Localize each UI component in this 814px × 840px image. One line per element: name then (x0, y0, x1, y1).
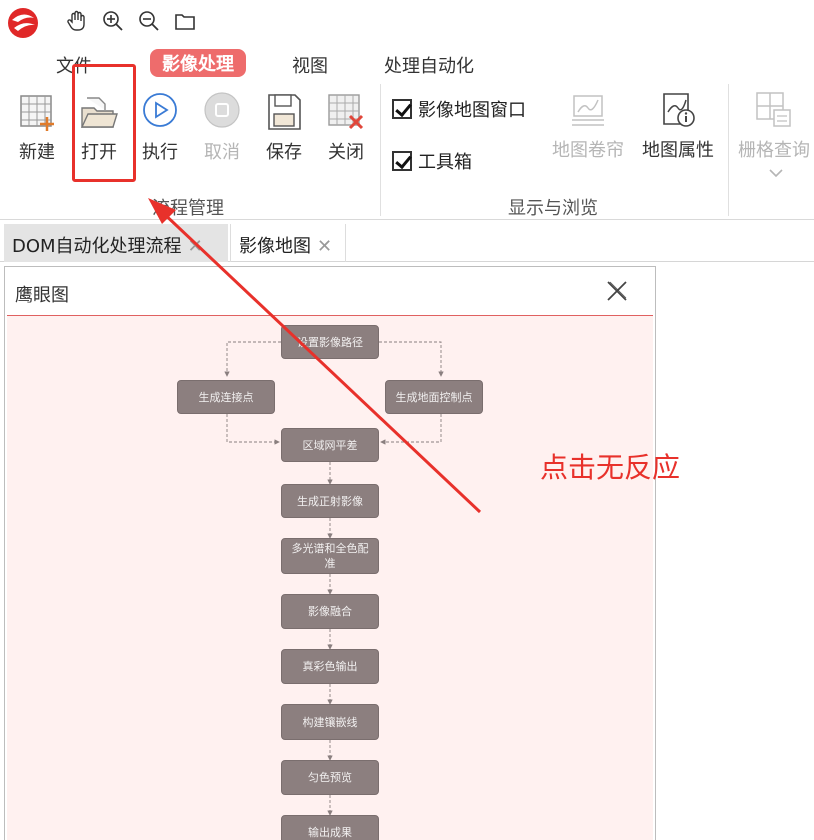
map-properties-label: 地图属性 (642, 140, 714, 161)
flow-node[interactable]: 生成地面控制点 (385, 380, 483, 414)
flow-node[interactable]: 设置影像路径 (281, 325, 379, 359)
flow-node[interactable]: 生成连接点 (177, 380, 275, 414)
document-tabs: DOM自动化处理流程 ✕ 影像地图 ✕ (0, 222, 814, 262)
toolbox-checkbox[interactable]: 工具箱 (392, 148, 472, 174)
flow-node[interactable]: 生成正射影像 (281, 484, 379, 518)
checkbox-checked-icon (392, 151, 412, 171)
ribbon-separator (728, 84, 729, 216)
chevron-down-icon (769, 169, 783, 178)
save-button-label: 保存 (266, 142, 302, 163)
flow-node[interactable]: 真彩色输出 (281, 649, 379, 684)
ribbon-separator (380, 84, 381, 216)
save-icon (268, 94, 301, 130)
run-button[interactable]: 执行 (138, 92, 182, 164)
tab-image-map-label: 影像地图 (239, 236, 311, 257)
map-properties-icon (663, 93, 695, 127)
cancel-button-label: 取消 (204, 142, 240, 163)
new-button-label: 新建 (19, 142, 55, 163)
zoom-out-icon[interactable] (138, 10, 160, 32)
close-table-icon (328, 94, 364, 130)
map-swipe-label: 地图卷帘 (552, 140, 624, 161)
close-button[interactable]: 关闭 (324, 92, 368, 164)
menu-automation[interactable]: 处理自动化 (384, 52, 474, 78)
flow-diagram-canvas: 设置影像路径 生成连接点 生成地面控制点 区域网平差 生成正射影像 多光谱和全色… (7, 315, 653, 840)
panel-title: 鹰眼图 (15, 285, 69, 306)
image-map-window-checkbox[interactable]: 影像地图窗口 (392, 96, 526, 122)
flow-node[interactable]: 匀色预览 (281, 760, 379, 795)
new-button[interactable]: 新建 (14, 92, 60, 164)
map-swipe-icon (572, 95, 604, 126)
tab-dom-workflow-label: DOM自动化处理流程 (12, 236, 182, 257)
tab-dom-workflow[interactable]: DOM自动化处理流程 ✕ (4, 224, 228, 262)
raster-query-icon (756, 92, 791, 127)
raster-query-button[interactable]: 栅格查询 (738, 90, 814, 178)
stop-icon (204, 92, 240, 128)
raster-query-label: 栅格查询 (738, 140, 810, 161)
close-tab-icon[interactable]: ✕ (188, 236, 203, 257)
highlight-box (72, 64, 136, 182)
flow-node[interactable]: 区域网平差 (281, 428, 379, 462)
run-button-label: 执行 (142, 142, 178, 163)
checkbox-checked-icon (392, 99, 412, 119)
annotation-text: 点击无反应 (540, 451, 681, 484)
app-window: 文件 影像处理 视图 处理自动化 新建 打开 执行 取消 保存 关闭 流程管理 … (0, 0, 814, 840)
menu-image-processing[interactable]: 影像处理 (150, 49, 246, 77)
workflow-group-label: 流程管理 (152, 198, 224, 219)
flow-node[interactable]: 影像融合 (281, 594, 379, 629)
app-logo-icon (8, 8, 38, 38)
tab-image-map[interactable]: 影像地图 ✕ (230, 224, 346, 262)
close-tab-icon[interactable]: ✕ (317, 236, 332, 257)
new-table-icon (20, 95, 54, 131)
play-icon (143, 93, 177, 127)
zoom-in-icon[interactable] (102, 10, 124, 32)
flow-node[interactable]: 多光谱和全色配准 (281, 538, 379, 574)
save-button[interactable]: 保存 (262, 92, 306, 164)
image-map-window-label: 影像地图窗口 (418, 100, 526, 121)
flow-node[interactable]: 构建镶嵌线 (281, 704, 379, 740)
toolbox-label: 工具箱 (418, 152, 472, 173)
display-group-label: 显示与浏览 (508, 198, 598, 219)
cancel-button[interactable]: 取消 (200, 92, 244, 164)
pan-hand-icon[interactable] (66, 10, 88, 32)
map-properties-button[interactable]: 地图属性 (638, 90, 718, 162)
flow-node[interactable]: 输出成果 (281, 815, 379, 840)
close-button-label: 关闭 (328, 142, 364, 163)
close-icon[interactable] (605, 279, 629, 303)
quick-access-toolbar (0, 0, 814, 46)
menu-view[interactable]: 视图 (292, 52, 328, 78)
eagle-eye-panel: 鹰眼图 设置影像路径 生成连接点 生成地面控制点 区域网平差 生成正射影像 多光… (4, 266, 656, 840)
folder-icon[interactable] (174, 10, 196, 32)
map-swipe-button[interactable]: 地图卷帘 (548, 90, 628, 162)
